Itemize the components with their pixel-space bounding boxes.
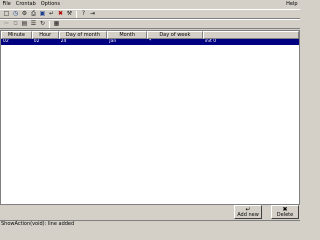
menu-bar: File Crontab Options Help	[0, 0, 300, 8]
refresh-icon[interactable]: ↻	[38, 20, 47, 28]
main-toolbar: □ ◷ ⚙ ⎙ ▣ ↵ ✖ ⚒ ? ⇥	[0, 9, 300, 19]
button-bar: ↵ Add new ✖ Delete	[0, 205, 300, 219]
cell-day-of-week: *	[149, 39, 152, 44]
add-new-label: Add new	[237, 211, 259, 218]
menu-crontab[interactable]: Crontab	[13, 0, 38, 8]
cell-command: init 0	[204, 39, 217, 44]
cell-minute: 02	[3, 39, 9, 44]
delete-label: Delete	[276, 211, 294, 218]
column-header-day-of-month[interactable]: Day of month	[58, 31, 108, 39]
menu-file[interactable]: File	[0, 0, 13, 8]
cell-hour: 02	[33, 39, 40, 44]
edit-toolbar: ✂ ⧉ ▤ ☰ ↻ ▦	[0, 19, 300, 29]
undo-icon[interactable]: ↵	[47, 10, 56, 18]
exit-icon[interactable]: ⇥	[88, 10, 97, 18]
column-header-day-of-week[interactable]: Day of week	[147, 31, 203, 39]
table-header: Minute Hour Day of month Month Day of we…	[1, 31, 299, 39]
paste-icon[interactable]: ▤	[20, 20, 29, 28]
print-icon[interactable]: ⎙	[29, 10, 38, 18]
cut-icon[interactable]: ✂	[2, 20, 11, 28]
clock-icon[interactable]: ◷	[11, 10, 20, 18]
column-header-hour[interactable]: Hour	[31, 31, 59, 39]
help-icon[interactable]: ?	[79, 10, 88, 18]
column-header-minute[interactable]: Minute	[1, 31, 32, 39]
cell-month: Jan	[109, 39, 117, 44]
toolbar-separator	[76, 10, 77, 18]
add-new-button[interactable]: ↵ Add new	[234, 205, 262, 219]
menu-options[interactable]: Options	[38, 0, 62, 8]
status-bar: ShowAction(void): line added	[0, 220, 300, 228]
crontab-table: Minute Hour Day of month Month Day of we…	[0, 30, 300, 205]
new-icon[interactable]: □	[2, 10, 11, 18]
column-header-command[interactable]	[202, 31, 299, 39]
save-icon[interactable]: ▣	[38, 10, 47, 18]
gear-icon[interactable]: ⚙	[20, 10, 29, 18]
window-icon[interactable]: ▦	[52, 20, 61, 28]
list-icon[interactable]: ☰	[29, 20, 38, 28]
settings-icon[interactable]: ⚒	[65, 10, 74, 18]
delete-button[interactable]: ✖ Delete	[271, 205, 299, 219]
menu-help[interactable]: Help	[284, 0, 300, 8]
toolbar-separator	[49, 20, 50, 28]
copy-icon[interactable]: ⧉	[11, 20, 20, 28]
column-header-month[interactable]: Month	[107, 31, 148, 39]
table-row[interactable]: 02 02 24 Jan * init 0	[1, 39, 299, 45]
close-icon[interactable]: ✖	[56, 10, 65, 18]
cell-day-of-month: 24	[60, 39, 67, 44]
